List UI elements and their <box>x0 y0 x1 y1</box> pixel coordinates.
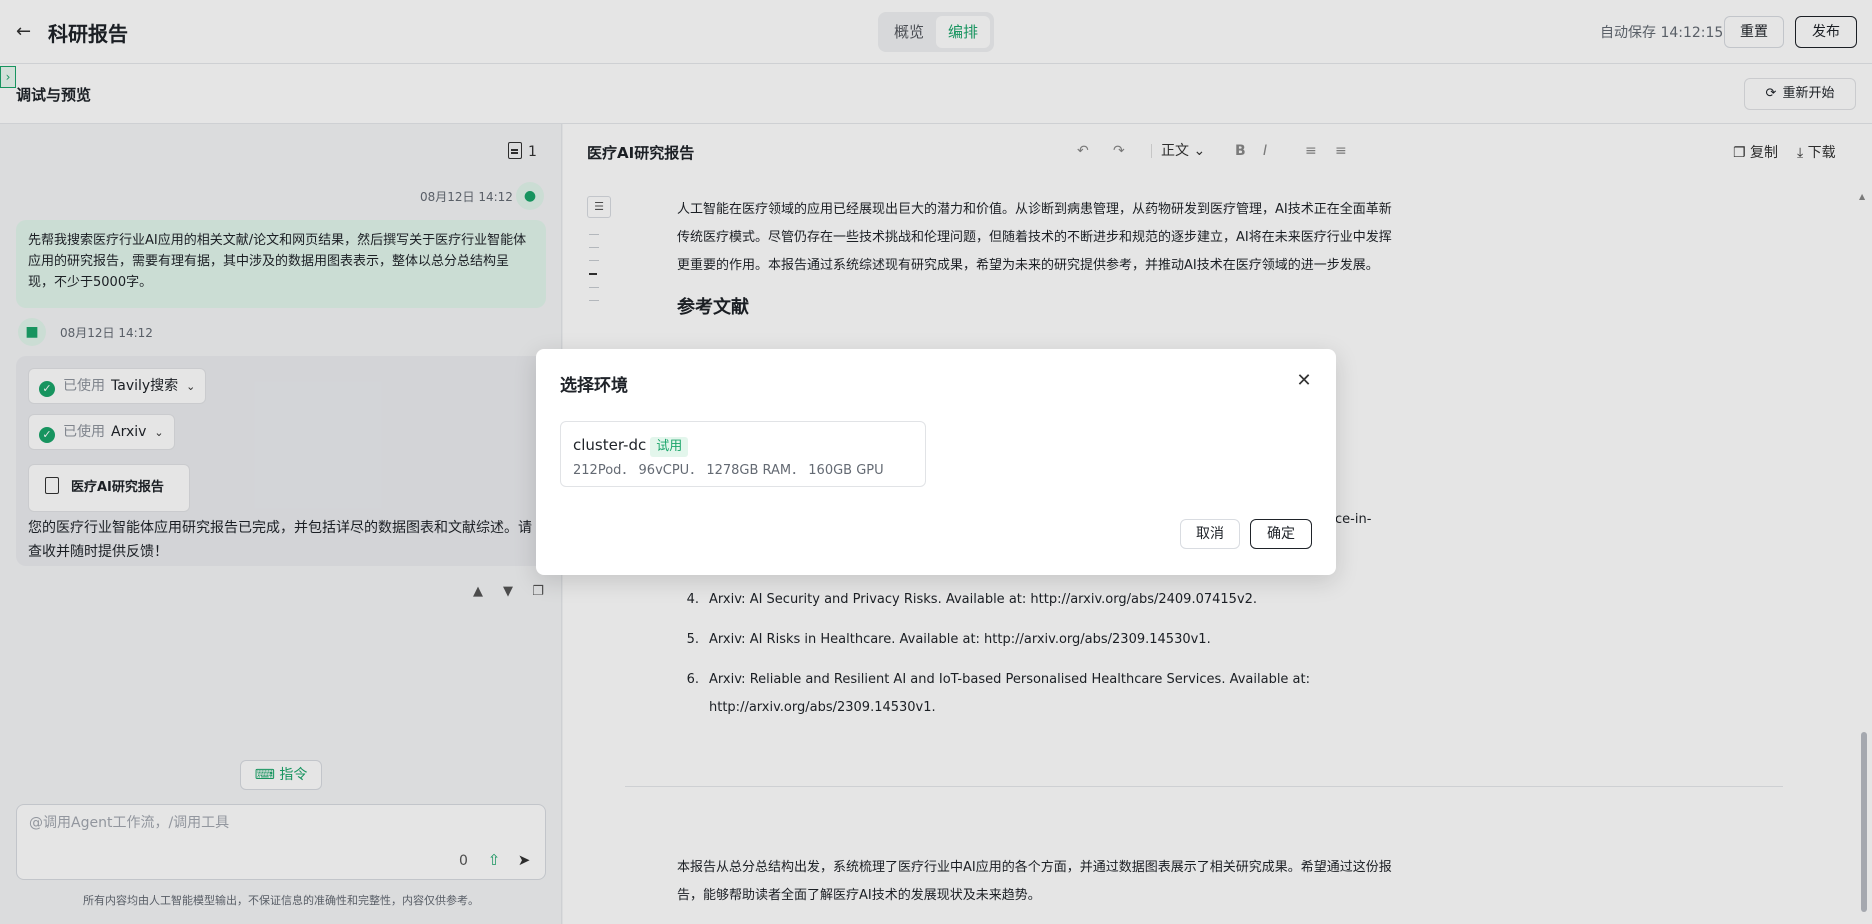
close-icon[interactable]: ✕ <box>1292 369 1316 393</box>
environment-specs: 212Pod． 96vCPU． 1278GB RAM． 160GB GPU <box>573 463 884 478</box>
cancel-button[interactable]: 取消 <box>1180 519 1240 549</box>
select-environment-dialog: 选择环境 ✕ cluster-dc 试用 212Pod． 96vCPU． 1278… <box>536 349 1336 575</box>
trial-badge: 试用 <box>650 437 689 457</box>
environment-name: cluster-dc <box>573 436 647 454</box>
environment-option[interactable]: cluster-dc 试用 212Pod． 96vCPU． 1278GB RAM．… <box>560 421 926 487</box>
dialog-title: 选择环境 <box>560 376 628 396</box>
confirm-button[interactable]: 确定 <box>1250 519 1312 549</box>
